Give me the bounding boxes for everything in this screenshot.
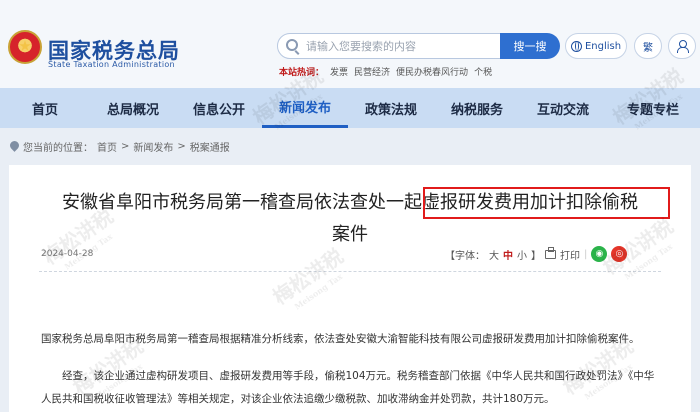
location-icon — [10, 141, 19, 152]
main-nav: 首页 总局概况 信息公开 新闻发布 政策法规 纳税服务 互动交流 专题专栏 — [0, 88, 700, 128]
nav-item-topics[interactable]: 专题专栏 — [606, 88, 700, 128]
article: 安徽省阜阳市税务局第一稽查局依法查处一起虚报研发费用加计扣除偷税 案件 2024… — [9, 165, 691, 412]
english-button[interactable]: English — [565, 33, 627, 59]
publish-date: 2024-04-28 — [41, 249, 94, 259]
article-paragraph: 国家税务总局阜阳市税务局第一稽查局根据精准分析线索，依法查处安徽大渝智能科技有限… — [41, 333, 640, 345]
hot-word-link[interactable]: 个税 — [474, 65, 492, 78]
font-size-small[interactable]: 小 — [517, 247, 527, 262]
hot-word-link[interactable]: 民营经济 — [354, 65, 390, 78]
user-login-button[interactable] — [668, 33, 696, 59]
article-paragraph: 经查，该企业通过虚构研发项目、虚报研发费用等手段，偷税104万元。税务稽查部门依… — [41, 370, 655, 405]
nav-item-service[interactable]: 纳税服务 — [434, 88, 520, 128]
national-emblem-icon[interactable] — [8, 30, 42, 64]
traditional-chinese-button[interactable]: 繁 — [634, 33, 662, 59]
breadcrumb-separator: > — [177, 141, 186, 152]
search-icon — [286, 39, 298, 51]
breadcrumb-home[interactable]: 首页 — [97, 139, 117, 154]
breadcrumb-separator: > — [121, 141, 130, 152]
breadcrumb-section[interactable]: 新闻发布 — [133, 139, 173, 154]
breadcrumb-current[interactable]: 税案通报 — [190, 139, 230, 154]
nav-item-news[interactable]: 新闻发布 — [262, 88, 348, 128]
breadcrumb: 您当前的位置： 首页 > 新闻发布 > 税案通报 — [10, 139, 230, 154]
nav-item-policy[interactable]: 政策法规 — [348, 88, 434, 128]
page: 国家税务总局 State Taxation Administration 搜一搜… — [0, 0, 700, 412]
hot-word-link[interactable]: 便民办税春风行动 — [396, 65, 468, 78]
search-button[interactable]: 搜一搜 — [500, 33, 560, 59]
font-size-close: 】 — [531, 250, 541, 262]
article-tools: 【字体： 大 中 小 】 打印 | ◉ ◎ — [445, 246, 628, 262]
nav-item-overview[interactable]: 总局概况 — [90, 88, 176, 128]
nav-item-interaction[interactable]: 互动交流 — [520, 88, 606, 128]
wechat-share-icon[interactable]: ◉ — [591, 246, 608, 262]
user-icon — [677, 40, 689, 53]
article-divider — [39, 271, 661, 272]
hot-word-link[interactable]: 发票 — [330, 65, 348, 78]
print-button[interactable]: 打印 — [560, 247, 580, 262]
hot-words-label: 本站热词： — [279, 68, 325, 78]
divider: | — [584, 248, 588, 260]
globe-icon — [570, 40, 582, 52]
site-subtitle: State Taxation Administration — [48, 60, 175, 69]
font-size-large[interactable]: 大 — [489, 247, 499, 262]
print-icon[interactable] — [545, 246, 556, 259]
breadcrumb-prefix: 您当前的位置： — [23, 143, 93, 154]
hot-words: 本站热词： 发票 民营经济 便民办税春风行动 个税 — [279, 65, 492, 78]
search-input[interactable] — [306, 33, 496, 59]
nav-item-info[interactable]: 信息公开 — [176, 88, 262, 128]
site-header: 国家税务总局 State Taxation Administration 搜一搜… — [0, 0, 700, 88]
english-label: English — [584, 40, 622, 52]
font-size-label: 【字体： — [445, 250, 485, 262]
nav-item-home[interactable]: 首页 — [0, 88, 90, 128]
highlight-box — [423, 187, 670, 219]
weibo-share-icon[interactable]: ◎ — [611, 246, 628, 262]
font-size-medium[interactable]: 中 — [503, 247, 513, 262]
